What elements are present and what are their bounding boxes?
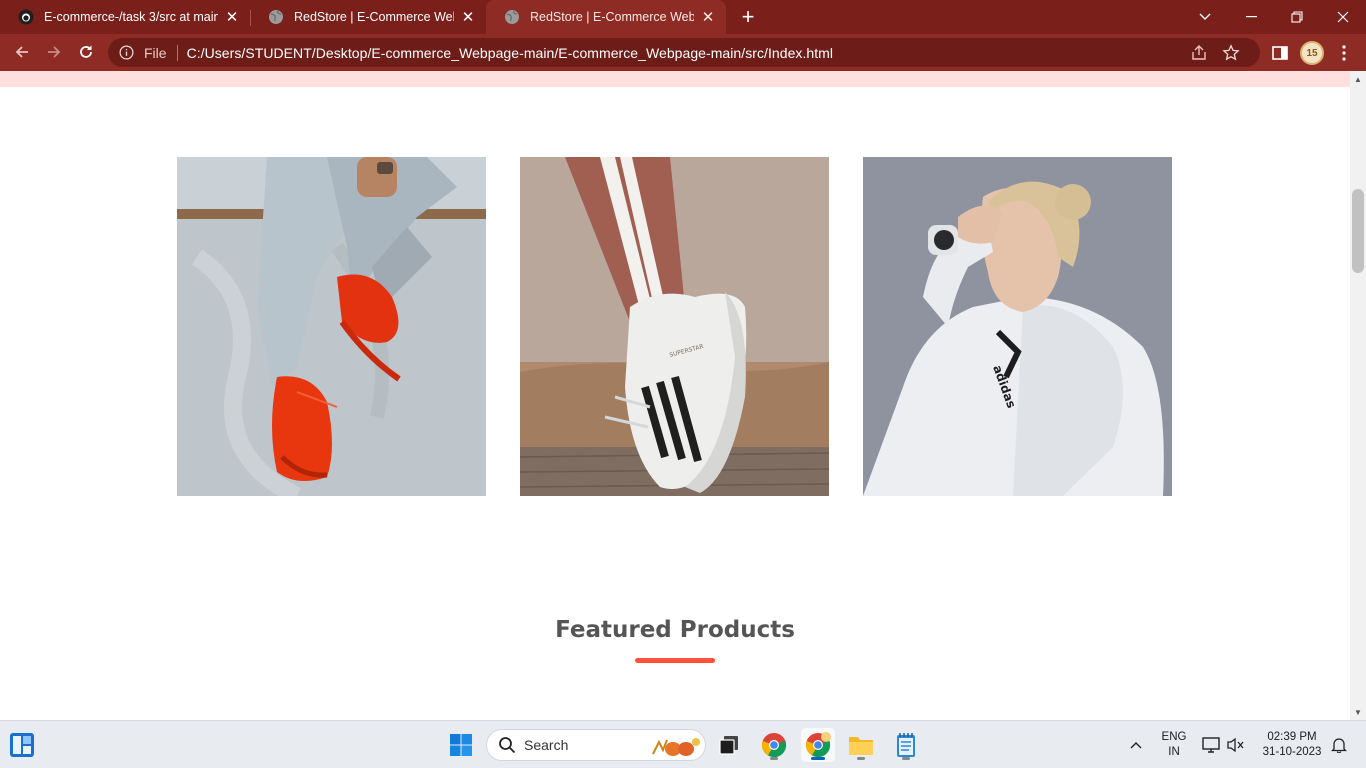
close-tab-icon[interactable]: ✕ <box>460 9 476 26</box>
notifications-button[interactable] <box>1328 728 1350 762</box>
category-image-hoodie[interactable]: adidas <box>863 157 1172 496</box>
taskbar-search[interactable]: Search <box>486 729 706 761</box>
divider <box>176 44 178 61</box>
arrow-right-icon <box>48 46 61 58</box>
search-placeholder: Search <box>524 737 569 753</box>
minimize-button[interactable] <box>1228 0 1274 34</box>
address-bar[interactable]: File C:/Users/STUDENT/Desktop/E-commerce… <box>108 38 1260 67</box>
restore-button[interactable] <box>1274 0 1320 34</box>
region-code: IN <box>1168 746 1180 758</box>
windows-taskbar: Search ENG IN 02:39 PM 31-10-2023 <box>0 720 1366 768</box>
new-tab-button[interactable]: + <box>736 4 760 29</box>
chevron-up-icon <box>1130 742 1142 749</box>
arrow-left-icon <box>15 46 28 58</box>
minimize-icon <box>1245 16 1257 18</box>
search-icon <box>499 737 516 754</box>
reload-icon <box>80 45 92 58</box>
start-button[interactable] <box>444 728 478 762</box>
windows-icon <box>450 734 472 756</box>
close-icon <box>1337 11 1349 23</box>
category-image-superstar-sneaker[interactable]: SUPERSTAR <box>520 157 829 496</box>
taskbar-chrome-profile[interactable] <box>801 728 835 762</box>
network-button[interactable] <box>1200 728 1222 762</box>
github-icon <box>18 9 34 25</box>
show-hidden-icons-button[interactable] <box>1126 728 1146 762</box>
browser-tab-redstore-active[interactable]: RedStore | E-Commerce Website ✕ <box>486 0 726 34</box>
task-view-icon <box>719 736 738 755</box>
tab-strip: E-commerce-/task 3/src at main ✕ RedStor… <box>0 0 1366 34</box>
scheme-label: File <box>144 44 167 61</box>
info-icon[interactable] <box>119 45 134 60</box>
speaker-muted-icon <box>1227 737 1244 753</box>
running-indicator <box>902 757 910 760</box>
side-panel-icon[interactable] <box>1270 43 1290 63</box>
tab-search-button[interactable] <box>1182 0 1228 34</box>
close-window-button[interactable] <box>1320 0 1366 34</box>
taskbar-notepad[interactable] <box>889 728 923 762</box>
clock[interactable]: 02:39 PM 31-10-2023 <box>1254 730 1330 760</box>
section-title: Featured Products <box>555 617 795 643</box>
back-button[interactable] <box>8 38 36 66</box>
share-icon[interactable] <box>1190 44 1208 62</box>
page-scrollbar[interactable]: ▲ ▼ <box>1350 71 1366 720</box>
profile-avatar[interactable]: 15 <box>1300 41 1324 65</box>
red-sneakers-photo <box>177 157 486 496</box>
language-indicator[interactable]: ENG IN <box>1156 730 1192 760</box>
category-image-red-sneakers[interactable] <box>177 157 486 496</box>
tab-title: RedStore | E-Commerce Website <box>294 10 454 24</box>
network-icon <box>1202 737 1220 753</box>
scroll-up-arrow[interactable]: ▲ <box>1350 71 1366 87</box>
notification-bell-icon <box>1331 738 1347 753</box>
chrome-icon <box>761 733 787 758</box>
title-underline <box>635 658 715 663</box>
chrome-icon <box>805 732 831 758</box>
scroll-thumb[interactable] <box>1352 189 1364 273</box>
active-indicator <box>811 757 825 760</box>
globe-icon <box>505 10 519 24</box>
browser-tab-github[interactable]: E-commerce-/task 3/src at main ✕ <box>0 0 250 34</box>
widgets-icon <box>10 733 34 757</box>
hoodie-woman-photo: adidas <box>863 157 1172 496</box>
running-indicator <box>770 757 778 760</box>
reload-button[interactable] <box>72 38 100 66</box>
close-tab-icon[interactable]: ✕ <box>224 9 240 26</box>
globe-icon <box>269 10 283 24</box>
browser-toolbar: File C:/Users/STUDENT/Desktop/E-commerce… <box>0 34 1366 71</box>
folder-icon <box>849 737 873 755</box>
header-background <box>0 71 1350 87</box>
url-text[interactable]: C:/Users/STUDENT/Desktop/E-commerce_Webp… <box>187 45 833 61</box>
page-viewport: SUPERSTAR adidas Featured Products <box>0 71 1350 720</box>
taskbar-chrome[interactable] <box>757 728 791 762</box>
clock-time: 02:39 PM <box>1267 731 1317 743</box>
restore-icon <box>1291 11 1303 23</box>
taskbar-file-explorer[interactable] <box>844 728 878 762</box>
task-view-button[interactable] <box>712 728 746 762</box>
volume-button[interactable] <box>1224 728 1246 762</box>
widgets-button[interactable] <box>5 728 39 762</box>
chevron-down-icon <box>1199 13 1211 20</box>
tab-title: RedStore | E-Commerce Website <box>530 10 694 24</box>
language-code: ENG <box>1161 731 1187 743</box>
halloween-pumpkin-icon <box>652 738 700 756</box>
scroll-down-arrow[interactable]: ▼ <box>1350 704 1366 720</box>
star-icon[interactable] <box>1222 44 1240 62</box>
more-menu-icon[interactable] <box>1334 43 1354 63</box>
notepad-icon <box>897 733 915 757</box>
profile-badge: 15 <box>1306 47 1318 59</box>
running-indicator <box>857 757 865 760</box>
browser-tab-redstore[interactable]: RedStore | E-Commerce Website ✕ <box>250 0 486 34</box>
tab-title: E-commerce-/task 3/src at main <box>44 10 218 24</box>
superstar-sneaker-photo: SUPERSTAR <box>520 157 829 496</box>
clock-date: 31-10-2023 <box>1262 746 1322 758</box>
close-tab-icon[interactable]: ✕ <box>700 9 716 26</box>
forward-button[interactable] <box>40 38 68 66</box>
